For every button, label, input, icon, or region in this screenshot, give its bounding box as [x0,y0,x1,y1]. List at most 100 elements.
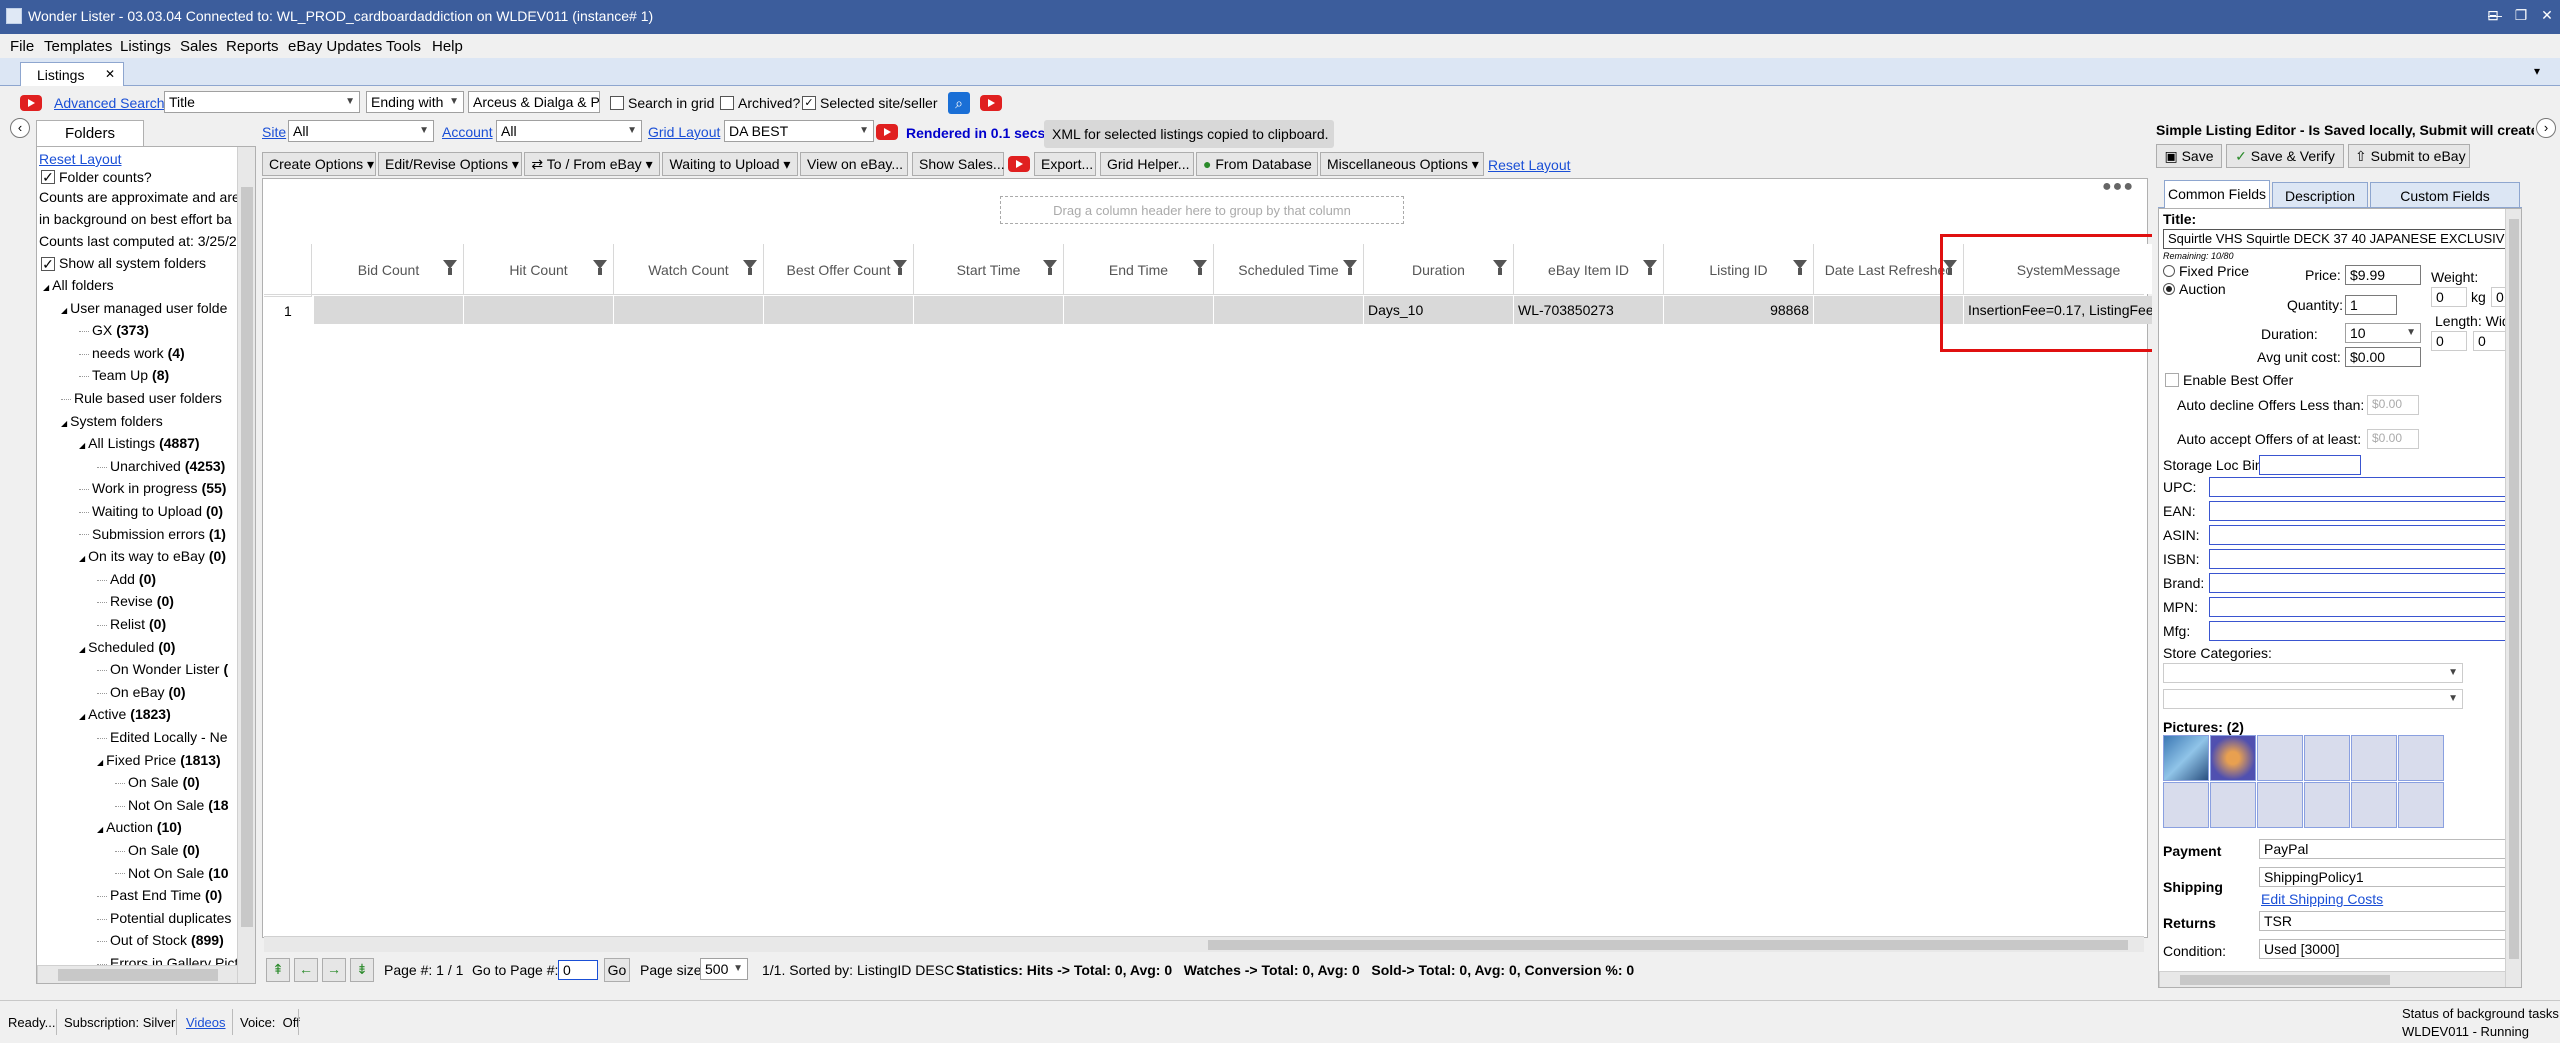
folders-hscrollbar[interactable] [37,965,237,983]
returns-select[interactable]: TSR [2259,911,2515,931]
identifier-input[interactable] [2209,549,2507,569]
tab-dropdown-icon[interactable]: ▾ [2534,64,2540,78]
filter-icon[interactable] [743,260,757,275]
menu-reports[interactable]: Reports [226,38,279,55]
collapse-left-icon[interactable]: ‹ [10,118,30,138]
identifier-input[interactable] [2209,501,2507,521]
menu-sales[interactable]: Sales [180,38,218,55]
youtube-icon[interactable] [876,124,898,140]
page-size-select[interactable]: 500 ▼ [700,958,748,980]
account-link[interactable]: Account [442,124,493,140]
view-on-ebay-button[interactable]: View on eBay... [800,152,908,176]
account-select[interactable]: All ▼ [496,120,642,142]
menu-tools[interactable]: Tools [386,38,421,55]
advanced-search-link[interactable]: Advanced Search [54,95,165,111]
reset-layout-link[interactable]: Reset Layout [39,151,122,167]
identifier-input[interactable] [2209,477,2507,497]
quantity-input[interactable]: 1 [2345,295,2397,315]
column-header[interactable]: Duration [1364,244,1514,294]
empty-picture-slot[interactable] [2304,735,2350,781]
tree-item[interactable]: ◢ On its way to eBay (0) [79,548,226,564]
tab-listings[interactable]: Listings ✕ [20,62,124,86]
group-drop-area[interactable]: Drag a column header here to group by th… [1000,196,1404,224]
filter-icon[interactable] [1793,260,1807,275]
tree-item[interactable]: On Sale (0) [115,774,200,790]
save-verify-button[interactable]: ✓ Save & Verify [2226,144,2344,168]
tree-item[interactable]: Waiting to Upload (0) [79,503,223,519]
tree-item[interactable]: Revise (0) [97,593,174,609]
payment-select[interactable]: PayPal [2259,839,2515,859]
menu-templates[interactable]: Templates [44,38,112,55]
expand-toggle-icon[interactable]: ◢ [79,441,85,450]
empty-picture-slot[interactable] [2398,782,2444,828]
editor-hscrollbar[interactable] [2159,971,2505,987]
tree-item[interactable]: ◢ Active (1823) [79,706,171,722]
close-button[interactable]: ✕ [2534,4,2560,26]
youtube-icon[interactable] [980,95,1002,111]
misc-options-button[interactable]: Miscellaneous Options ▾ [1320,152,1484,176]
tree-item[interactable]: ◢ All Listings (4887) [79,435,200,451]
identifier-input[interactable] [2209,525,2507,545]
tree-item[interactable]: Past End Time (0) [97,887,222,903]
tree-item[interactable]: ◢ User managed user folde [61,300,227,316]
search-icon[interactable]: ⌕ [948,92,970,114]
grid-options-icon[interactable]: ●●● [2102,179,2142,195]
table-cell[interactable] [764,296,914,324]
tree-item[interactable]: On eBay (0) [97,684,186,700]
empty-picture-slot[interactable] [2163,782,2209,828]
table-cell[interactable]: 98868 [1664,296,1814,324]
grid-hscrollbar[interactable] [264,936,2144,952]
waiting-upload-button[interactable]: Waiting to Upload ▾ [662,152,798,176]
duration-select[interactable]: 10 ▼ [2345,323,2421,343]
empty-picture-slot[interactable] [2351,735,2397,781]
filter-icon[interactable] [893,260,907,275]
tree-item[interactable]: needs work (4) [79,345,185,361]
youtube-icon[interactable] [20,95,42,111]
expand-toggle-icon[interactable]: ◢ [79,645,85,654]
listing-picture-thumbnail[interactable] [2210,735,2256,781]
filter-icon[interactable] [443,260,457,275]
tree-item[interactable]: ◢ System folders [61,413,163,429]
tree-item[interactable]: ◢ Fixed Price (1813) [97,752,221,768]
listing-picture-thumbnail[interactable] [2163,735,2209,781]
selected-site-checkbox[interactable]: ✓ [802,96,816,110]
search-operator-select[interactable]: Ending with ▼ [366,91,464,113]
expand-toggle-icon[interactable]: ◢ [79,712,85,721]
tab-description[interactable]: Description [2272,182,2368,208]
filter-icon[interactable] [1493,260,1507,275]
tree-item[interactable]: Not On Sale (10 [115,865,229,881]
menu-ebay-updates[interactable]: eBay Updates [288,38,382,55]
width-input[interactable]: 0 [2473,331,2509,351]
tree-item[interactable]: Submission errors (1) [79,526,226,542]
tree-item[interactable]: Work in progress (55) [79,480,226,496]
videos-link[interactable]: Videos [186,1015,226,1030]
search-field-select[interactable]: Title ▼ [164,91,360,113]
row-number[interactable]: 1 [264,296,312,324]
identifier-input[interactable] [2209,597,2507,617]
expand-toggle-icon[interactable]: ◢ [43,283,49,292]
tab-common-fields[interactable]: Common Fields [2164,180,2270,208]
column-header[interactable]: End Time [1064,244,1214,294]
expand-toggle-icon[interactable]: ◢ [97,758,103,767]
identifier-input[interactable] [2209,573,2507,593]
edit-revise-button[interactable]: Edit/Revise Options ▾ [378,152,522,176]
last-page-icon[interactable]: ⇟ [350,958,374,982]
tab-close-icon[interactable]: ✕ [105,67,115,81]
tree-item[interactable]: Not On Sale (18 [115,797,229,813]
search-in-grid-checkbox[interactable] [610,96,624,110]
auto-decline-input[interactable]: $0.00 [2367,395,2419,415]
tab-custom-fields[interactable]: Custom Fields [2370,182,2520,208]
tree-item[interactable]: Rule based user folders [61,390,222,406]
store-category-2-select[interactable]: ▼ [2163,689,2463,709]
first-page-icon[interactable]: ⇞ [266,958,290,982]
avg-cost-input[interactable]: $0.00 [2345,347,2421,367]
table-cell[interactable] [914,296,1064,324]
tree-item[interactable]: ◢ All folders [43,277,114,293]
filter-icon[interactable] [1043,260,1057,275]
filter-icon[interactable] [1193,260,1207,275]
scrollbar-thumb[interactable] [241,187,253,927]
toolbar-reset-layout-link[interactable]: Reset Layout [1488,157,1571,173]
empty-picture-slot[interactable] [2304,782,2350,828]
grid-layout-link[interactable]: Grid Layout [648,124,720,140]
column-header[interactable]: Watch Count [614,244,764,294]
